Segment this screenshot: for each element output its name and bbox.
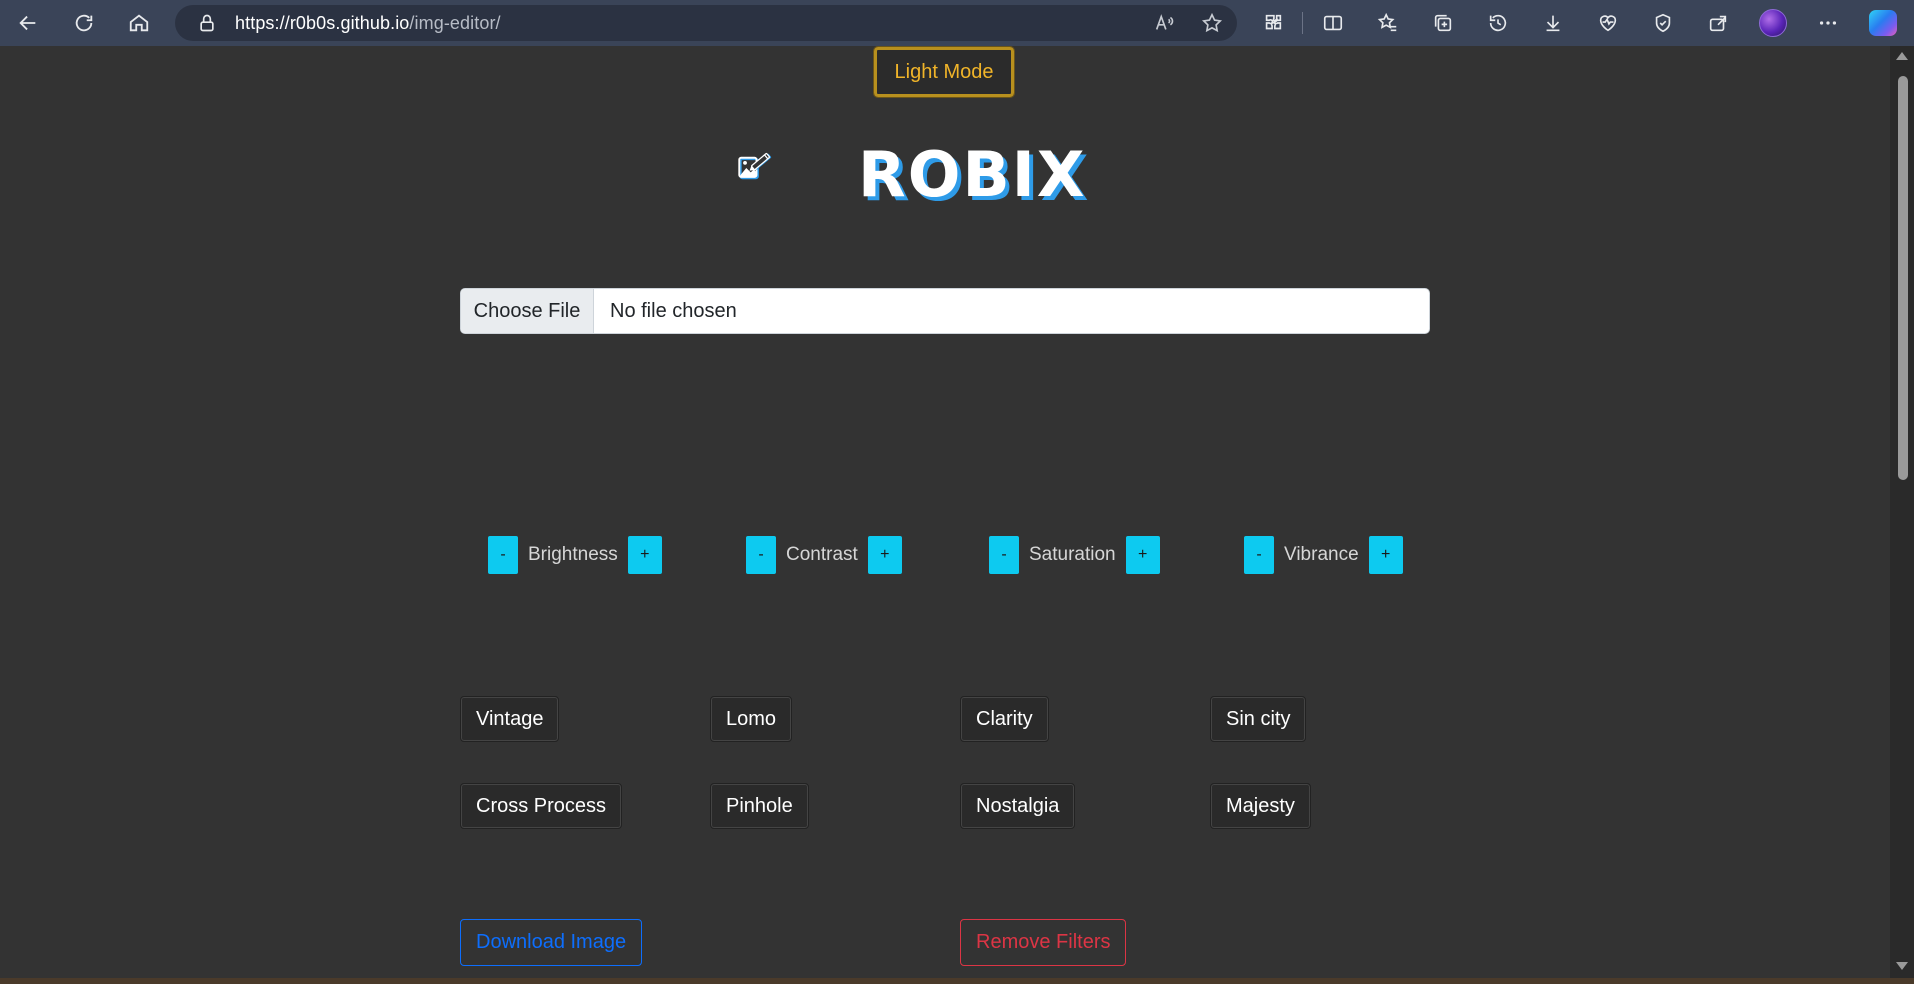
brightness-increase-button[interactable]: + xyxy=(627,536,662,574)
refresh-button[interactable] xyxy=(56,0,111,46)
favorite-star-icon[interactable] xyxy=(1201,12,1223,34)
arrow-left-icon xyxy=(18,15,35,31)
robix-logo-icon xyxy=(738,153,772,180)
brightness-decrease-button[interactable]: - xyxy=(488,536,518,574)
filter-clarity-button[interactable]: Clarity xyxy=(960,696,1049,742)
home-button[interactable] xyxy=(111,0,166,46)
back-button[interactable] xyxy=(0,0,55,46)
filter-majesty-button[interactable]: Majesty xyxy=(1210,783,1311,829)
heart-pulse-icon xyxy=(1599,15,1616,32)
collections-button[interactable] xyxy=(1415,0,1470,46)
lock-icon xyxy=(200,14,214,32)
download-image-button[interactable]: Download Image xyxy=(460,919,643,966)
puzzle-icon xyxy=(1265,14,1281,30)
share-icon xyxy=(1709,15,1726,32)
window-bottom-edge xyxy=(0,978,1914,984)
filter-vintage-button[interactable]: Vintage xyxy=(460,696,560,742)
toolbar-divider xyxy=(1302,12,1303,34)
scroll-down-arrow-icon[interactable] xyxy=(1896,962,1908,970)
browser-extensions xyxy=(1245,0,1910,46)
profile-button[interactable] xyxy=(1745,0,1800,46)
history-icon xyxy=(1489,14,1506,32)
collections-icon xyxy=(1434,14,1451,32)
read-aloud-icon[interactable] xyxy=(1153,12,1175,34)
url-text: https://r0b0s.github.io/img-editor/ xyxy=(235,13,501,34)
filter-sin-city-button[interactable]: Sin city xyxy=(1210,696,1307,742)
copilot-button[interactable] xyxy=(1855,0,1910,46)
extensions-button[interactable] xyxy=(1245,0,1300,46)
contrast-decrease-button[interactable]: - xyxy=(746,536,776,574)
split-screen-button[interactable] xyxy=(1305,0,1360,46)
vibrance-decrease-button[interactable]: - xyxy=(1244,536,1274,574)
home-icon xyxy=(129,14,148,32)
saturation-decrease-button[interactable]: - xyxy=(989,536,1019,574)
contrast-control: - Contrast + xyxy=(746,536,902,574)
logo-wordmark: ROBIX xyxy=(858,138,1087,211)
shield-check-icon xyxy=(1655,13,1670,33)
vibrance-control: - Vibrance + xyxy=(1244,536,1403,574)
filter-cross-process-button[interactable]: Cross Process xyxy=(460,783,623,829)
filter-lomo-button[interactable]: Lomo xyxy=(710,696,793,742)
avatar xyxy=(1758,9,1787,37)
saturation-increase-button[interactable]: + xyxy=(1125,536,1160,574)
more-horizontal-icon xyxy=(1819,21,1836,25)
brightness-label: Brightness xyxy=(528,544,618,565)
file-status-text: No file chosen xyxy=(610,299,737,322)
scroll-up-arrow-icon[interactable] xyxy=(1896,52,1908,60)
remove-filters-button[interactable]: Remove Filters xyxy=(960,919,1127,966)
contrast-label: Contrast xyxy=(786,544,858,565)
history-button[interactable] xyxy=(1470,0,1525,46)
vertical-scrollbar[interactable] xyxy=(1890,46,1914,978)
scrollbar-thumb[interactable] xyxy=(1898,76,1908,480)
filter-nostalgia-button[interactable]: Nostalgia xyxy=(960,783,1076,829)
split-screen-icon xyxy=(1323,15,1342,31)
url-path: /img-editor/ xyxy=(409,12,501,33)
vibrance-label: Vibrance xyxy=(1284,544,1359,565)
choose-file-button[interactable]: Choose File xyxy=(461,289,594,333)
light-mode-button[interactable]: Light Mode xyxy=(873,46,1015,98)
copilot-icon xyxy=(1868,10,1897,36)
share-button[interactable] xyxy=(1690,0,1745,46)
saturation-label: Saturation xyxy=(1029,544,1116,565)
browser-essentials-button[interactable] xyxy=(1580,0,1635,46)
contrast-increase-button[interactable]: + xyxy=(867,536,902,574)
page-content: Light Mode ROBIX Choose File No file cho… xyxy=(0,46,1890,978)
favorites-button[interactable] xyxy=(1360,0,1415,46)
saturation-control: - Saturation + xyxy=(989,536,1160,574)
browser-toolbar: https://r0b0s.github.io/img-editor/ xyxy=(0,0,1914,46)
address-bar[interactable]: https://r0b0s.github.io/img-editor/ xyxy=(175,5,1237,41)
favorites-icon xyxy=(1377,12,1396,32)
file-upload-input[interactable]: Choose File No file chosen xyxy=(460,288,1430,334)
brightness-control: - Brightness + xyxy=(488,536,662,574)
vibrance-increase-button[interactable]: + xyxy=(1368,536,1403,574)
url-host: https://r0b0s.github.io xyxy=(235,12,410,33)
more-options-button[interactable] xyxy=(1800,0,1855,46)
downloads-button[interactable] xyxy=(1525,0,1580,46)
download-icon xyxy=(1546,15,1559,32)
filter-pinhole-button[interactable]: Pinhole xyxy=(710,783,809,829)
performance-button[interactable] xyxy=(1635,0,1690,46)
refresh-icon xyxy=(75,14,92,32)
